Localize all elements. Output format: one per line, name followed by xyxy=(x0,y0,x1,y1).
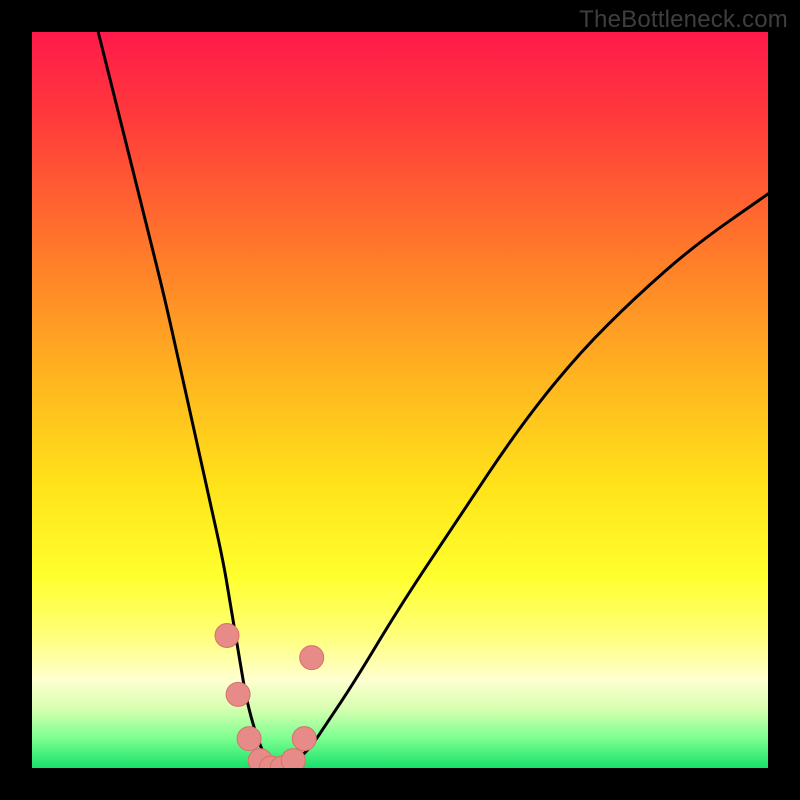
marker-point xyxy=(226,682,250,706)
chart-frame: TheBottleneck.com xyxy=(0,0,800,800)
curve-layer xyxy=(32,32,768,768)
bottleneck-curve xyxy=(98,32,768,768)
marker-point xyxy=(300,646,324,670)
highlighted-points xyxy=(215,624,324,769)
plot-area xyxy=(32,32,768,768)
marker-point xyxy=(292,727,316,751)
marker-point xyxy=(281,749,305,768)
marker-point xyxy=(215,624,239,648)
marker-point xyxy=(237,727,261,751)
watermark-text: TheBottleneck.com xyxy=(579,6,788,34)
